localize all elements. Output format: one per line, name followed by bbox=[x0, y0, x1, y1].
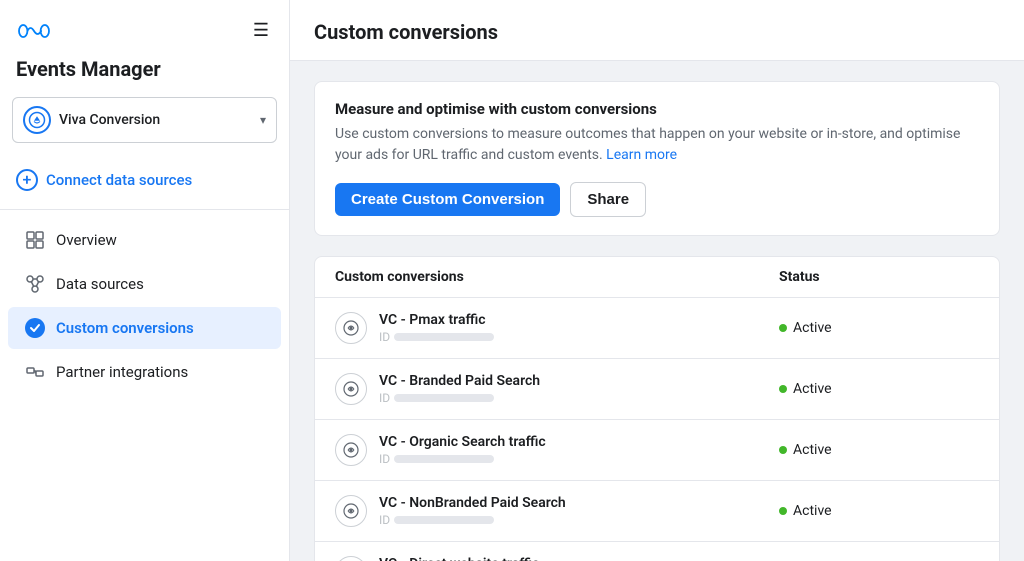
custom-conversions-icon bbox=[24, 317, 46, 339]
conversions-table: Custom conversions Status VC - bbox=[314, 256, 1000, 561]
learn-more-link[interactable]: Learn more bbox=[606, 147, 677, 163]
main-content: Custom conversions Measure and optimise … bbox=[290, 0, 1024, 561]
info-banner-description: Use custom conversions to measure outcom… bbox=[335, 124, 979, 166]
meta-logo bbox=[16, 21, 52, 41]
conversion-id: ID bbox=[379, 330, 494, 344]
meta-logo-icon bbox=[16, 21, 52, 41]
sidebar-item-partner-integrations[interactable]: Partner integrations bbox=[8, 351, 281, 393]
status-label: Active bbox=[793, 442, 832, 458]
conversion-row-icon bbox=[335, 373, 367, 405]
conversion-name: VC - Branded Paid Search bbox=[379, 373, 540, 389]
status-active-dot bbox=[779, 446, 787, 454]
table-header-status: Status bbox=[779, 269, 979, 285]
status-cell: Active bbox=[779, 381, 979, 397]
share-button[interactable]: Share bbox=[570, 182, 646, 217]
status-label: Active bbox=[793, 381, 832, 397]
connect-data-sources-label: Connect data sources bbox=[46, 171, 192, 189]
partner-integrations-icon bbox=[24, 361, 46, 383]
hamburger-menu[interactable]: ☰ bbox=[249, 16, 273, 45]
id-placeholder bbox=[394, 516, 494, 524]
table-header: Custom conversions Status bbox=[315, 257, 999, 298]
status-cell: Active bbox=[779, 320, 979, 336]
overview-icon bbox=[24, 229, 46, 251]
conversion-id: ID bbox=[379, 452, 546, 466]
id-placeholder bbox=[394, 333, 494, 341]
conversion-name: VC - NonBranded Paid Search bbox=[379, 495, 566, 511]
action-bar: Create Custom Conversion Share bbox=[335, 166, 979, 217]
status-active-dot bbox=[779, 324, 787, 332]
data-sources-icon bbox=[24, 273, 46, 295]
table-row[interactable]: VC - Organic Search traffic ID Active bbox=[315, 420, 999, 481]
sidebar-item-custom-conversions-label: Custom conversions bbox=[56, 319, 194, 337]
conversion-row-icon bbox=[335, 495, 367, 527]
conversion-name: VC - Organic Search traffic bbox=[379, 434, 546, 450]
status-cell: Active bbox=[779, 442, 979, 458]
conversion-cell: VC - NonBranded Paid Search ID bbox=[335, 495, 779, 527]
status-active-dot bbox=[779, 385, 787, 393]
table-row[interactable]: VC - Direct website traffic ID Active bbox=[315, 542, 999, 561]
account-selector[interactable]: Viva Conversion ▾ bbox=[12, 97, 277, 143]
account-avatar bbox=[23, 106, 51, 134]
sidebar-item-data-sources-label: Data sources bbox=[56, 275, 144, 293]
conversion-row-icon bbox=[335, 556, 367, 561]
nav-divider bbox=[0, 209, 289, 210]
status-active-dot bbox=[779, 507, 787, 515]
status-label: Active bbox=[793, 503, 832, 519]
conversion-cell: VC - Branded Paid Search ID bbox=[335, 373, 779, 405]
status-cell: Active bbox=[779, 503, 979, 519]
conversion-id: ID bbox=[379, 391, 540, 405]
create-custom-conversion-button[interactable]: Create Custom Conversion bbox=[335, 183, 560, 216]
connect-data-sources-icon: + bbox=[16, 169, 38, 191]
conversion-info: VC - Organic Search traffic ID bbox=[379, 434, 546, 466]
conversion-name: VC - Pmax traffic bbox=[379, 312, 494, 328]
conversion-info: VC - NonBranded Paid Search ID bbox=[379, 495, 566, 527]
sidebar-title: Events Manager bbox=[0, 53, 289, 97]
sidebar-item-data-sources[interactable]: Data sources bbox=[8, 263, 281, 305]
conversion-cell: VC - Organic Search traffic ID bbox=[335, 434, 779, 466]
account-chevron-icon: ▾ bbox=[260, 113, 266, 127]
main-header: Custom conversions bbox=[290, 0, 1024, 61]
info-banner: Measure and optimise with custom convers… bbox=[314, 81, 1000, 236]
sidebar-item-custom-conversions[interactable]: Custom conversions bbox=[8, 307, 281, 349]
table-header-name: Custom conversions bbox=[335, 269, 779, 285]
sidebar-header: ☰ bbox=[0, 0, 289, 53]
conversion-info: VC - Branded Paid Search ID bbox=[379, 373, 540, 405]
conversion-cell: VC - Direct website traffic ID bbox=[335, 556, 779, 561]
page-title: Custom conversions bbox=[314, 20, 1000, 60]
sidebar-item-overview[interactable]: Overview bbox=[8, 219, 281, 261]
conversion-id: ID bbox=[379, 513, 566, 527]
sidebar-item-overview-label: Overview bbox=[56, 231, 117, 249]
conversion-row-icon bbox=[335, 434, 367, 466]
conversion-info: VC - Pmax traffic ID bbox=[379, 312, 494, 344]
account-name: Viva Conversion bbox=[59, 112, 252, 128]
conversion-info: VC - Direct website traffic ID bbox=[379, 556, 539, 561]
info-banner-title: Measure and optimise with custom convers… bbox=[335, 100, 979, 118]
id-placeholder bbox=[394, 455, 494, 463]
content-area: Measure and optimise with custom convers… bbox=[290, 61, 1024, 561]
table-row[interactable]: VC - Pmax traffic ID Active bbox=[315, 298, 999, 359]
conversion-row-icon bbox=[335, 312, 367, 344]
table-row[interactable]: VC - Branded Paid Search ID Active bbox=[315, 359, 999, 420]
connect-data-sources-link[interactable]: + Connect data sources bbox=[0, 159, 289, 201]
sidebar: ☰ Events Manager Viva Conversion ▾ + Con… bbox=[0, 0, 290, 561]
conversion-name: VC - Direct website traffic bbox=[379, 556, 539, 561]
account-avatar-icon bbox=[28, 111, 46, 129]
id-placeholder bbox=[394, 394, 494, 402]
conversion-cell: VC - Pmax traffic ID bbox=[335, 312, 779, 344]
table-row[interactable]: VC - NonBranded Paid Search ID Active bbox=[315, 481, 999, 542]
status-label: Active bbox=[793, 320, 832, 336]
sidebar-item-partner-integrations-label: Partner integrations bbox=[56, 363, 188, 381]
